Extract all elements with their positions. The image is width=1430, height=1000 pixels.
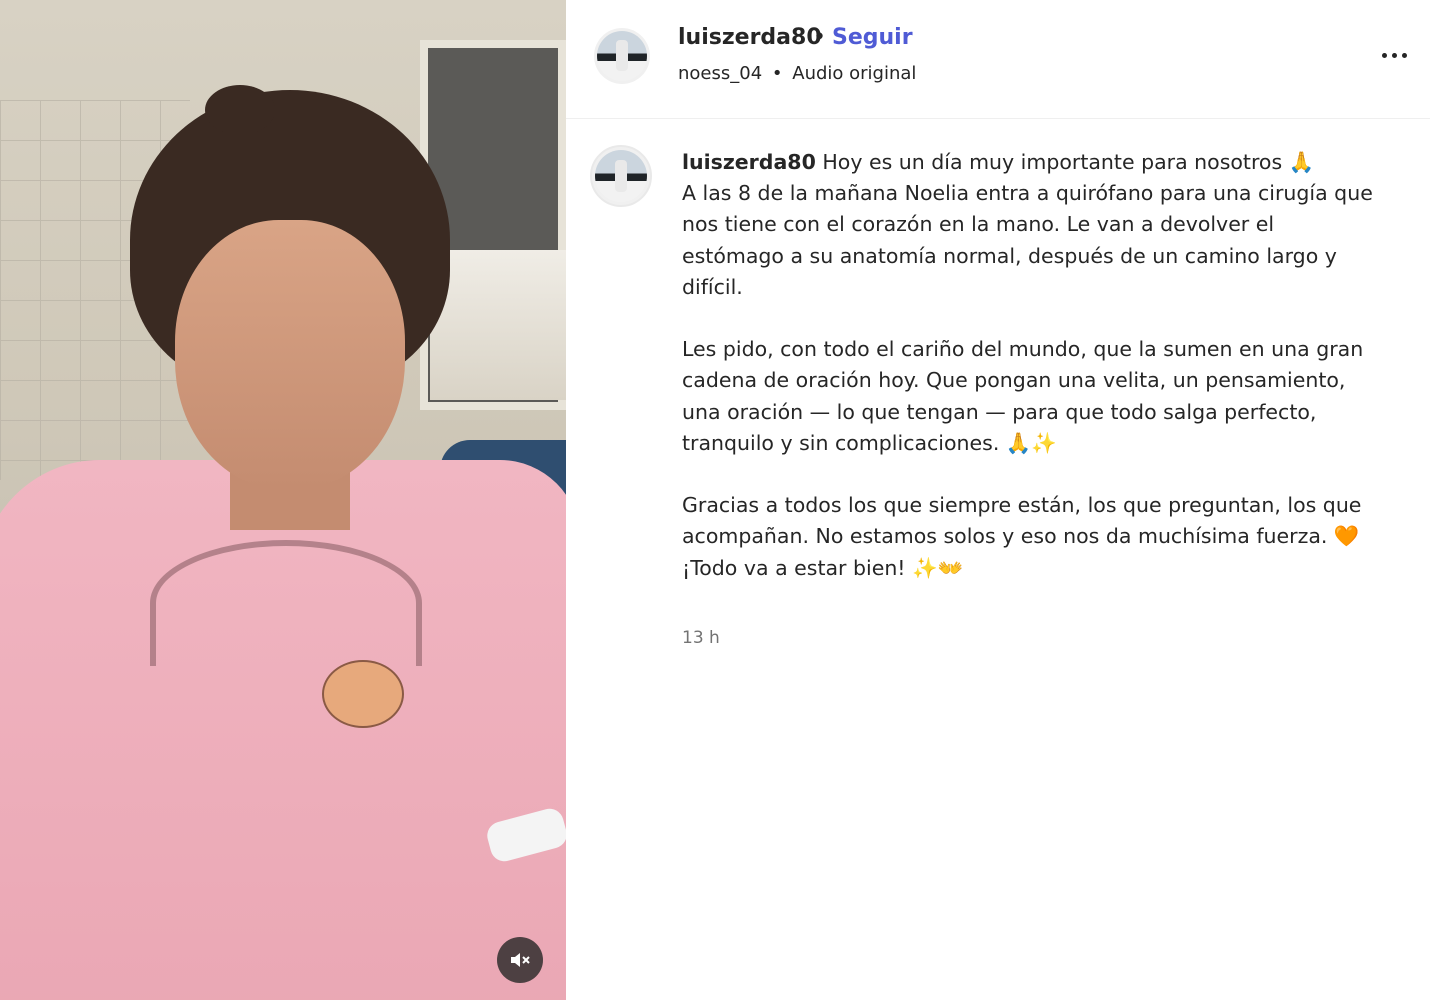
shirt-print [150, 540, 422, 666]
more-options-icon-dot [1392, 53, 1397, 58]
audio-original-link[interactable]: Audio original [792, 63, 916, 84]
person-hair-bun [205, 85, 275, 135]
post-caption: luiszerda80 Hoy es un día muy importante… [682, 147, 1382, 584]
more-options-icon [1382, 53, 1387, 58]
author-avatar[interactable] [594, 28, 650, 84]
post-timestamp[interactable]: 13 h [682, 628, 720, 648]
speaker-muted-icon [511, 953, 530, 967]
header-separator: • [813, 25, 826, 50]
person-face [175, 220, 405, 490]
post-header: luiszerda80 • Seguir noess_04 • Audio or… [566, 0, 1430, 119]
mute-button[interactable] [497, 937, 543, 983]
background-window-glass [430, 250, 566, 400]
author-username[interactable]: luiszerda80 [678, 25, 822, 50]
more-options-button[interactable] [1378, 40, 1414, 70]
caption-username[interactable]: luiszerda80 [682, 150, 816, 174]
audio-separator: • [771, 63, 783, 84]
audio-info: noess_04 • Audio original [678, 63, 916, 84]
post-details-panel: luiszerda80 • Seguir noess_04 • Audio or… [566, 0, 1430, 1000]
audio-user-link[interactable]: noess_04 [678, 63, 762, 84]
shirt-bear-print [322, 660, 404, 728]
reel-post-view: luiszerda80 • Seguir noess_04 • Audio or… [0, 0, 1430, 1000]
follow-button[interactable]: Seguir [832, 25, 913, 50]
caption-author-avatar[interactable] [590, 145, 652, 207]
post-video[interactable] [0, 0, 566, 1000]
more-options-icon-dot [1402, 53, 1407, 58]
caption-text: Hoy es un día muy importante para nosotr… [682, 150, 1373, 580]
